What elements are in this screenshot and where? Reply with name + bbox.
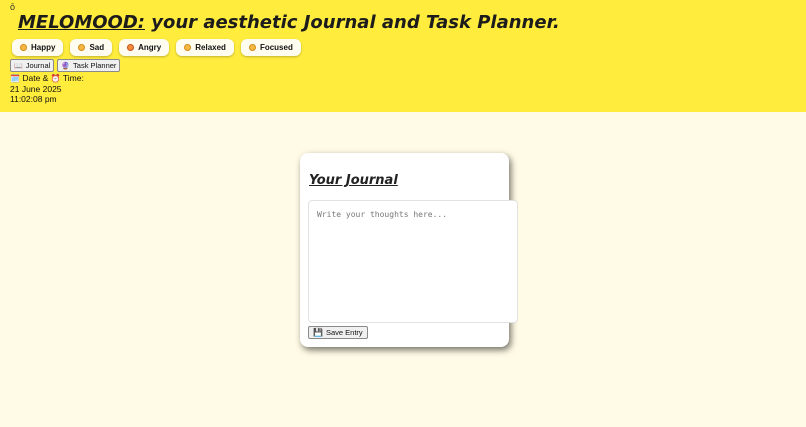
current-date: 21 June 2025 (10, 84, 62, 94)
sad-face-icon (78, 44, 86, 51)
mood-button-angry[interactable]: Angry (119, 39, 170, 56)
save-entry-button[interactable]: 💾 Save Entry (308, 326, 368, 339)
date-label: Date & (22, 73, 49, 83)
mood-label: Sad (89, 43, 105, 52)
brand-name: MELOMOOD: (18, 12, 145, 33)
save-entry-label: Save Entry (325, 328, 363, 337)
datetime-heading: 🗓️ Date & ⏰ Time: (10, 73, 84, 84)
mood-button-relaxed[interactable]: Relaxed (176, 39, 234, 56)
calendar-icon: 🗓️ (10, 74, 20, 83)
corner-glyph: ō (10, 2, 16, 12)
current-time: 11:02:08 pm (10, 94, 57, 104)
focused-face-icon (248, 44, 256, 51)
mood-button-happy[interactable]: Happy (12, 39, 64, 56)
relaxed-face-icon (184, 44, 192, 51)
mood-label: Relaxed (195, 43, 226, 52)
mood-label: Focused (259, 43, 293, 52)
journal-textarea[interactable] (308, 200, 518, 323)
time-label: Time: (62, 73, 84, 83)
mood-label: Happy (31, 43, 56, 52)
mood-label: Angry (138, 43, 162, 52)
task-planner-nav-label: Task Planner (73, 61, 117, 70)
journal-title: Your Journal (309, 173, 398, 188)
journal-card: Your Journal 💾Save Entry (300, 153, 518, 347)
journal-nav-button[interactable]: 📖 Journal (10, 59, 55, 72)
journal-nav-label: Journal (25, 61, 51, 70)
app-title: MELOMOOD: your aesthetic Journal and Tas… (18, 12, 560, 33)
alarm-clock-icon: ⏰ (50, 74, 61, 83)
mood-selector: Happy Sad Angry Relaxed Focused (12, 39, 301, 56)
header: ō MELOMOOD: your aesthetic Journal and T… (0, 0, 806, 112)
mood-button-focused[interactable]: Focused (240, 39, 301, 56)
angry-face-icon (127, 44, 135, 51)
task-planner-nav-button[interactable]: 🔮 Task Planner (57, 59, 121, 72)
floppy-disk-icon: 💾 (313, 328, 323, 337)
view-nav: 📖 Journal 🔮 Task Planner (10, 59, 121, 72)
mood-button-sad[interactable]: Sad (70, 39, 113, 56)
app-tagline: your aesthetic Journal and Task Planner. (145, 12, 560, 33)
smile-icon (20, 44, 27, 51)
crystal-ball-icon: 🔮 (61, 62, 71, 70)
datetime-panel: 🗓️ Date & ⏰ Time: 21 June 2025 11:02:08 … (10, 73, 84, 104)
book-icon: 📖 (14, 62, 23, 70)
